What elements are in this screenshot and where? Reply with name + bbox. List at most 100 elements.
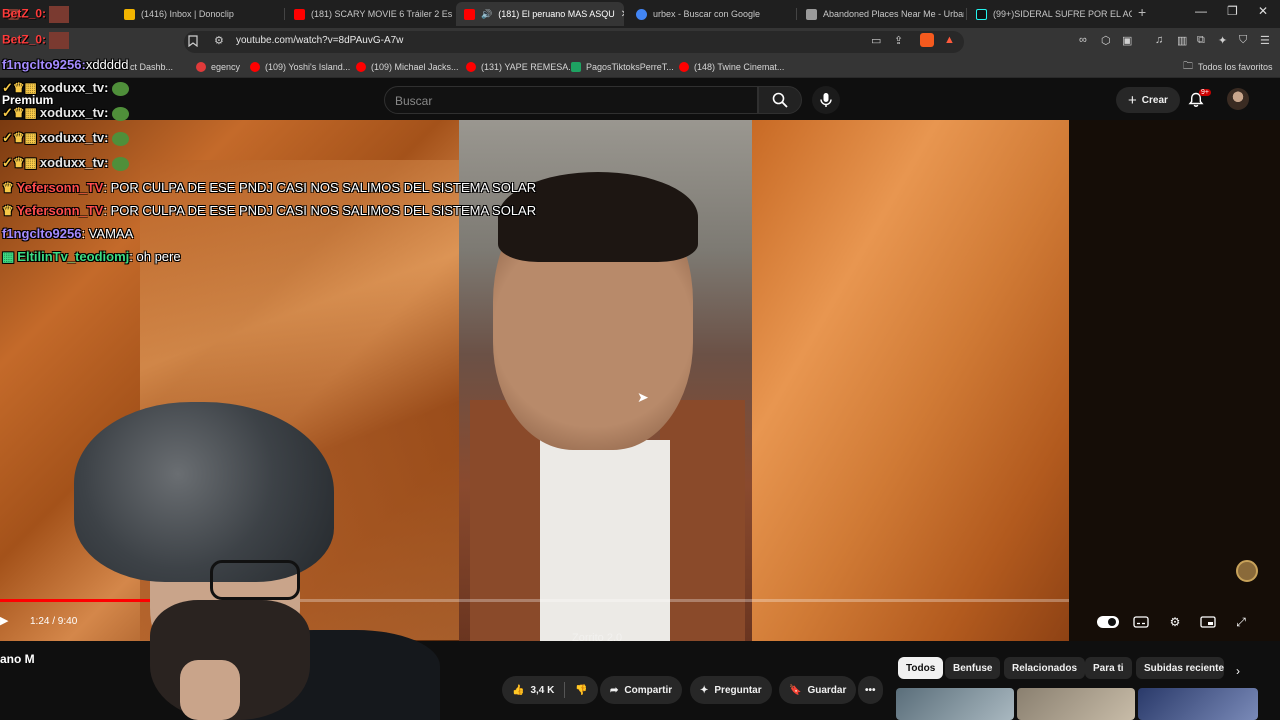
restore-icon[interactable]: ❐: [1227, 4, 1238, 18]
chat-message: xddddd: [85, 57, 129, 72]
chip-relacionados[interactable]: Relacionados: [1004, 657, 1086, 679]
ai-icon[interactable]: ✦: [1218, 34, 1227, 47]
fullscreen-icon[interactable]: ⤢: [1231, 613, 1251, 631]
voice-search-button[interactable]: [812, 86, 840, 114]
bookmark-item[interactable]: egency: [196, 60, 240, 74]
chat-line-top: BetZ_0:: [2, 6, 70, 23]
chat-line: ✓♛▦ xoduxx_tv:: [2, 155, 129, 171]
play-icon[interactable]: ▶: [0, 614, 8, 627]
bookmark-label: (109) Michael Jacks...: [371, 62, 459, 72]
thumbs-down-icon[interactable]: 👎: [575, 685, 587, 696]
bookmark-icon[interactable]: [188, 35, 198, 50]
miniplayer-icon[interactable]: [1198, 613, 1218, 631]
chip-benfuse[interactable]: Benfuse: [945, 657, 1001, 679]
tab-close-icon[interactable]: ✕: [621, 9, 624, 20]
menu-icon[interactable]: ☰: [1260, 34, 1270, 47]
tab-donoclip[interactable]: (1416) Inbox | Donoclip: [116, 2, 282, 26]
chat-message: VAMAA: [88, 226, 134, 241]
extension-icon[interactable]: ⬡: [1101, 34, 1111, 47]
crown-icon: ♛: [2, 203, 14, 218]
chat-line-top: f1ngclto9256:xddddd: [2, 57, 128, 72]
bookmark-item[interactable]: ct Dashb...: [130, 60, 173, 74]
tab-active-video[interactable]: 🔊 (181) El peruano MAS ASQU ✕: [456, 2, 624, 26]
chat-line: ✓♛▦ xoduxx_tv:: [2, 80, 129, 96]
bookmark-label: (131) YAPE REMESA...: [481, 62, 576, 72]
tab-tiktok[interactable]: (99+)SIDERAL SUFRE POR EL ACOSO: [968, 2, 1132, 26]
bookmark-item[interactable]: PagosTiktoksPerreT...: [571, 60, 674, 74]
bookmark-item[interactable]: (109) Michael Jacks...: [356, 60, 459, 74]
more-actions-button[interactable]: •••: [858, 676, 883, 704]
sheets-favicon: [571, 62, 581, 72]
save-button[interactable]: 🔖 Guardar: [779, 676, 857, 704]
streamer-hand: [180, 660, 240, 720]
bookmark-item[interactable]: (148) Twine Cinemat...: [679, 60, 784, 74]
channel-watermark-icon[interactable]: [1236, 560, 1258, 582]
sparkle-icon: ✦: [700, 684, 709, 696]
brave-shield-icon[interactable]: [920, 33, 934, 47]
chip-para-ti[interactable]: Para ti: [1085, 657, 1132, 679]
share-page-icon[interactable]: ⇪: [894, 34, 903, 47]
tab-label: (181) El peruano MAS ASQU: [498, 9, 615, 19]
cast-icon[interactable]: ▭: [871, 34, 881, 47]
tab-label: (99+)SIDERAL SUFRE POR EL ACOSO: [993, 9, 1132, 19]
new-tab-icon[interactable]: +: [1138, 4, 1146, 20]
tab-label: (1416) Inbox | Donoclip: [141, 9, 234, 19]
chat-user: xoduxx_tv: [39, 105, 105, 120]
chip-todos[interactable]: Todos: [898, 657, 944, 679]
share-icon: ➦: [610, 684, 619, 696]
chat-user: BetZ_0:: [2, 32, 47, 47]
related-video-thumbnail[interactable]: [896, 688, 1014, 720]
related-video-thumbnail[interactable]: [1138, 688, 1258, 720]
music-icon[interactable]: ♫: [1155, 34, 1163, 46]
screenshot-icon[interactable]: ⧉: [1197, 34, 1205, 47]
search-button[interactable]: [758, 86, 802, 114]
folder-icon: 🗀: [1183, 60, 1193, 72]
progress-bar-fill: [0, 599, 160, 602]
chat-badges-icon: ✓♛▦: [2, 155, 37, 170]
brave-rewards-icon[interactable]: ▲: [944, 34, 955, 46]
url-text[interactable]: youtube.com/watch?v=8dPAuvG-A7w: [236, 35, 403, 46]
create-button[interactable]: + Crear: [1116, 87, 1180, 113]
tab-label: (181) SCARY MOVIE 6 Tráiler 2 Españ: [311, 9, 452, 19]
window-close-icon[interactable]: ✕: [1258, 4, 1268, 18]
related-video-thumbnail[interactable]: [1017, 688, 1135, 720]
youtube-favicon: [464, 8, 475, 20]
bookmark-label: egency: [211, 62, 241, 72]
chip-subidas-recientes[interactable]: Subidas recientes: [1136, 657, 1224, 679]
site-info-icon[interactable]: ⚙: [214, 34, 224, 47]
all-bookmarks-folder[interactable]: 🗀 Todos los favoritos: [1183, 60, 1273, 74]
audio-playing-icon[interactable]: 🔊: [481, 9, 492, 20]
tab-google[interactable]: urbex - Buscar con Google: [628, 2, 794, 26]
avatar[interactable]: [1227, 88, 1249, 110]
sidebar-icon[interactable]: ▥: [1177, 34, 1187, 47]
autoplay-toggle[interactable]: [1097, 616, 1119, 628]
bookmark-item[interactable]: (109) Yoshi's Island...: [250, 60, 350, 74]
share-button[interactable]: ➦ Compartir: [600, 676, 683, 704]
bookmark-label: (109) Yoshi's Island...: [265, 62, 351, 72]
tab-label: urbex - Buscar con Google: [653, 9, 761, 19]
wallet-icon[interactable]: ▣: [1122, 34, 1132, 47]
tab-separator: [966, 8, 967, 20]
video-title: ano M: [0, 652, 35, 666]
chat-line: ✓♛▦ xoduxx_tv:: [2, 130, 129, 146]
subtitles-icon[interactable]: [1131, 613, 1151, 631]
minimize-icon[interactable]: —: [1195, 4, 1207, 18]
ask-button[interactable]: ✦ Preguntar: [690, 676, 772, 704]
more-icon: •••: [865, 684, 876, 696]
bookmark-label: Todos los favoritos: [1198, 62, 1273, 72]
like-button[interactable]: 👍 3,4 K 👎: [502, 676, 598, 704]
video-background-right: [752, 120, 1069, 641]
settings-icon[interactable]: ⚙: [1165, 613, 1185, 631]
like-count: 3,4 K: [530, 684, 555, 696]
chat-badges-icon: ✓♛▦: [2, 105, 37, 120]
tab-urbex[interactable]: Abandoned Places Near Me - Urban: [798, 2, 964, 26]
search-input[interactable]: Buscar: [384, 86, 758, 114]
chevron-right-icon[interactable]: ›: [1236, 664, 1240, 678]
chat-message: oh pere: [136, 249, 181, 264]
chat-user: Yefersonn_TV: [16, 203, 104, 218]
shield-icon[interactable]: ⛉: [1239, 34, 1247, 47]
vpn-icon[interactable]: ∞: [1079, 34, 1087, 46]
bookmark-item[interactable]: (131) YAPE REMESA...: [466, 60, 576, 74]
plus-icon: +: [1128, 91, 1137, 109]
tab-scary-movie[interactable]: (181) SCARY MOVIE 6 Tráiler 2 Españ: [286, 2, 452, 26]
